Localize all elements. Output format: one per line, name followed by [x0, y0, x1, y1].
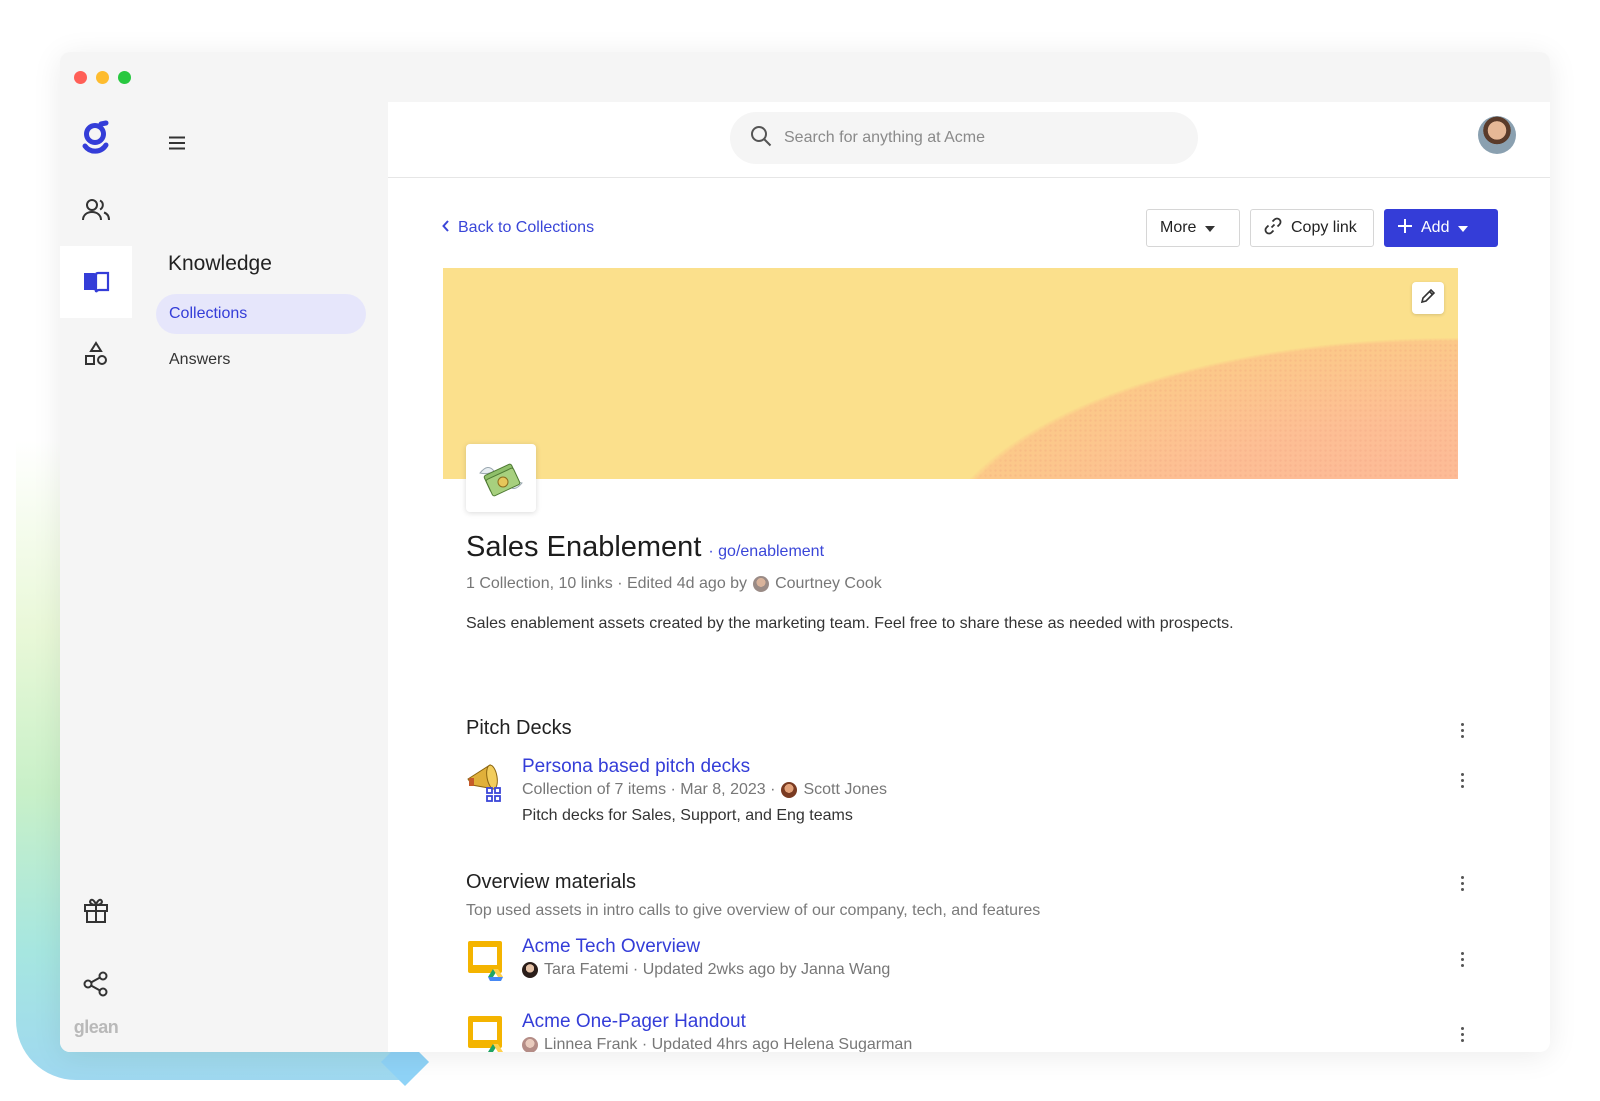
header-actions: More Copy link Add	[1146, 209, 1498, 247]
collection-banner	[443, 268, 1458, 479]
item-title-link[interactable]: Acme One-Pager Handout	[522, 1011, 746, 1033]
add-label: Add	[1421, 219, 1450, 236]
sidebar-item-answers[interactable]: Answers	[156, 340, 366, 380]
book-icon[interactable]	[60, 246, 132, 318]
search-icon	[750, 125, 772, 152]
section-title: Pitch Decks	[466, 717, 572, 739]
plus-icon	[1398, 218, 1412, 238]
app-window: glean Knowledge Collections Answers Ba	[60, 52, 1550, 1052]
kebab-icon[interactable]	[1452, 720, 1472, 740]
section-subtitle: Top used assets in intro calls to give o…	[466, 902, 1041, 919]
collection-author[interactable]: Courtney Cook	[775, 575, 882, 593]
copy-link-button[interactable]: Copy link	[1250, 209, 1374, 247]
avatar	[522, 962, 538, 978]
google-slides-icon	[466, 939, 506, 983]
shapes-icon[interactable]	[60, 318, 132, 390]
gift-icon[interactable]	[60, 874, 132, 946]
copy-link-label: Copy link	[1291, 219, 1357, 236]
knowledge-subnav: Knowledge Collections Answers	[132, 102, 388, 1052]
caret-down-icon	[1205, 219, 1216, 237]
search-bar[interactable]	[730, 112, 1198, 164]
main-content: Back to Collections More Copy link Add S…	[388, 179, 1550, 1052]
icon-rail: glean	[60, 102, 132, 1052]
user-avatar[interactable]	[1478, 116, 1516, 154]
item-meta-text: Linnea Frank · Updated 4hrs ago Helena S…	[544, 1036, 913, 1052]
kebab-icon[interactable]	[1452, 770, 1472, 790]
item-meta: Collection of 7 items · Mar 8, 2023 · Sc…	[522, 781, 887, 799]
item-title-link[interactable]: Acme Tech Overview	[522, 936, 700, 958]
people-icon[interactable]	[60, 174, 132, 246]
collection-heading: Sales Enablement · go/enablement	[466, 531, 824, 564]
pencil-icon	[1420, 288, 1436, 309]
kebab-icon[interactable]	[1452, 873, 1472, 893]
window-titlebar	[60, 52, 1550, 102]
more-label: More	[1160, 219, 1197, 236]
item-description: Pitch decks for Sales, Support, and Eng …	[522, 807, 853, 824]
page-title: Sales Enablement	[466, 531, 702, 563]
search-input[interactable]	[784, 129, 1164, 147]
edit-banner-button[interactable]	[1412, 282, 1444, 314]
subnav-title: Knowledge	[168, 252, 272, 275]
close-window-button[interactable]	[74, 70, 87, 84]
item-meta-text: Collection of 7 items · Mar 8, 2023 ·	[522, 781, 776, 798]
money-emoji-icon[interactable]	[466, 444, 536, 512]
google-slides-icon	[466, 1014, 506, 1052]
item-title-link[interactable]: Persona based pitch decks	[522, 756, 750, 778]
kebab-icon[interactable]	[1452, 949, 1472, 969]
collection-description: Sales enablement assets created by the m…	[466, 615, 1234, 632]
hamburger-icon[interactable]	[168, 136, 186, 155]
sidebar-item-label: Answers	[169, 351, 231, 368]
item-meta: Tara Fatemi · Updated 2wks ago by Janna …	[522, 961, 890, 979]
section-title: Overview materials	[466, 871, 637, 893]
megaphone-emoji-icon	[466, 759, 506, 803]
back-label: Back to Collections	[458, 219, 595, 236]
golink[interactable]: · go/enablement	[708, 543, 824, 561]
avatar	[781, 782, 798, 798]
add-button[interactable]: Add	[1384, 209, 1498, 247]
sidebar-item-label: Collections	[169, 305, 248, 322]
share-icon[interactable]	[60, 948, 132, 1020]
banner-pattern	[443, 268, 1458, 479]
glean-logo-icon[interactable]	[60, 102, 132, 174]
more-button[interactable]: More	[1146, 209, 1240, 247]
collection-meta: 1 Collection, 10 links · Edited 4d ago b…	[466, 575, 882, 593]
chevron-left-icon	[442, 219, 450, 237]
sidebar-item-collections[interactable]: Collections	[156, 294, 366, 334]
brand-wordmark: glean	[73, 1017, 119, 1037]
kebab-icon[interactable]	[1452, 1024, 1472, 1044]
link-icon	[1264, 217, 1282, 240]
minimize-window-button[interactable]	[96, 70, 109, 84]
maximize-window-button[interactable]	[118, 70, 131, 84]
collection-meta-text: 1 Collection, 10 links · Edited 4d ago b…	[466, 575, 748, 592]
avatar	[753, 576, 770, 592]
item-meta: Linnea Frank · Updated 4hrs ago Helena S…	[522, 1036, 912, 1052]
caret-down-icon	[1458, 219, 1469, 237]
item-meta-text: Tara Fatemi · Updated 2wks ago by Janna …	[544, 961, 891, 978]
avatar	[522, 1037, 538, 1052]
item-meta-person[interactable]: Scott Jones	[803, 781, 887, 799]
top-bar	[388, 102, 1550, 178]
back-to-collections-link[interactable]: Back to Collections	[442, 219, 594, 237]
